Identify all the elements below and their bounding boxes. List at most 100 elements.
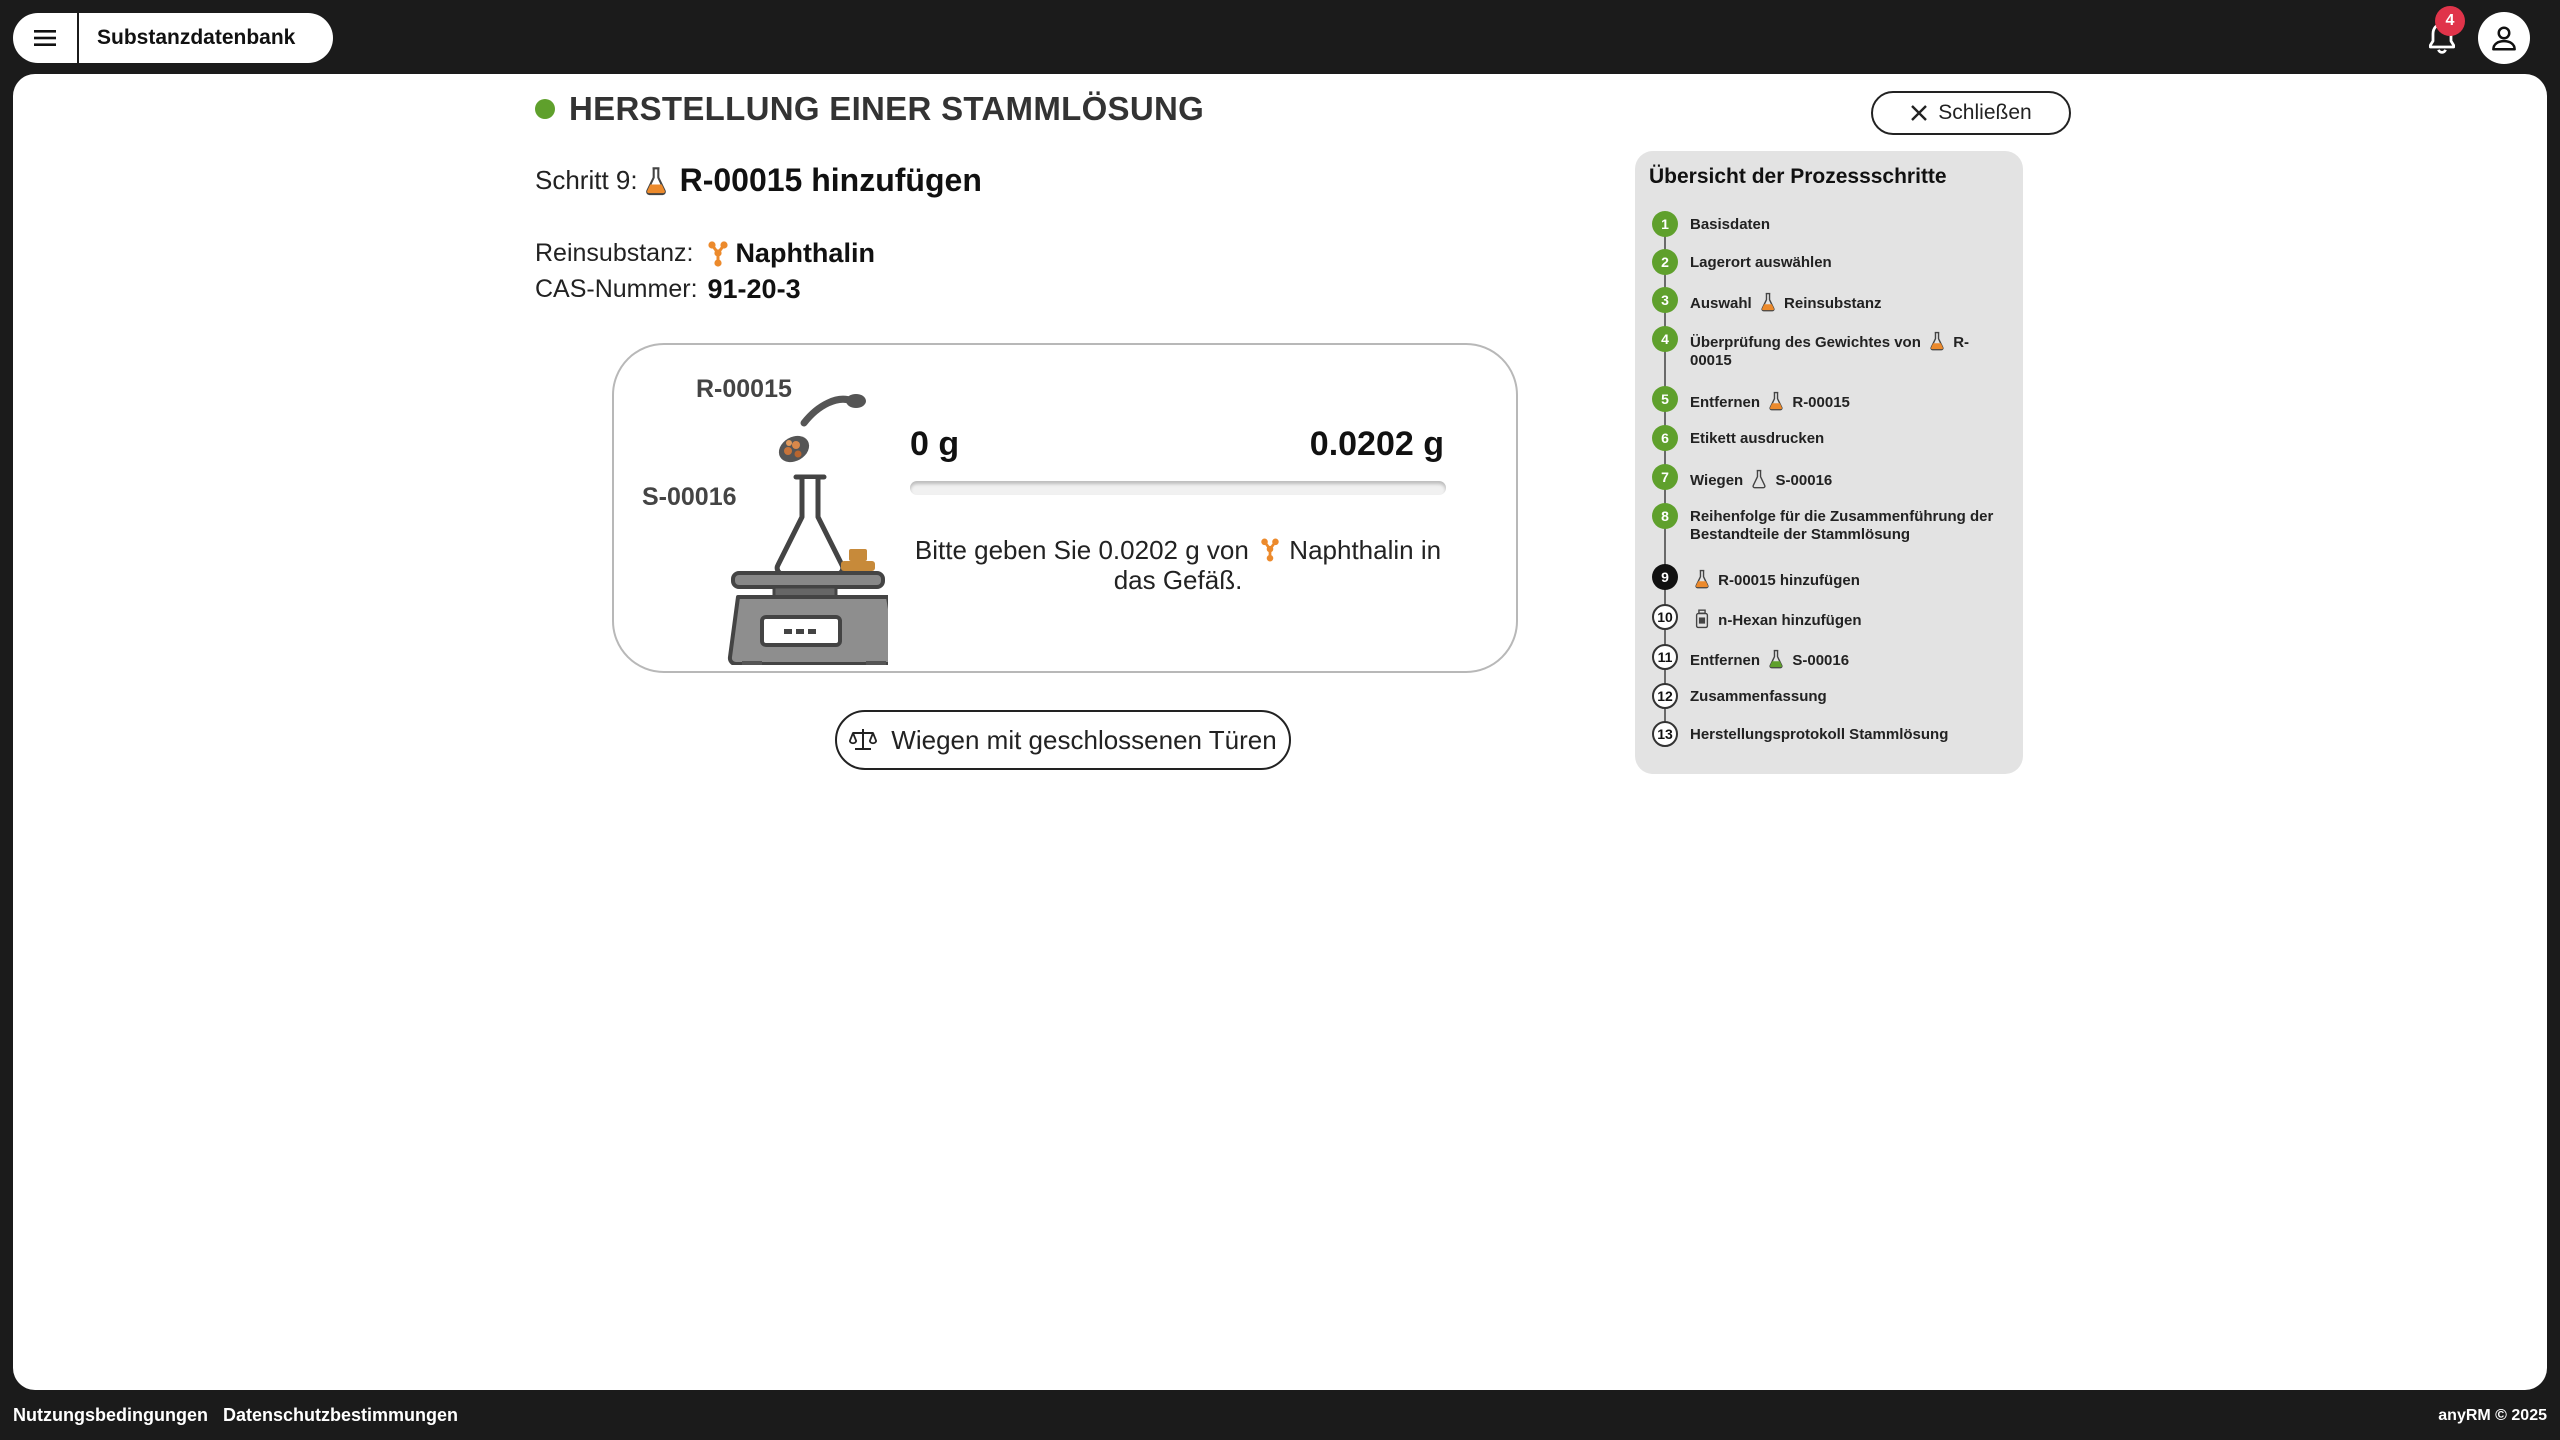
- menu-button[interactable]: [13, 13, 79, 63]
- flask-outline-icon: [1751, 469, 1767, 489]
- cas-label: CAS-Nummer:: [535, 275, 698, 303]
- step-label: R-00015 hinzufügen: [1690, 564, 1860, 590]
- target-container-label: S-00016: [642, 483, 737, 511]
- hamburger-icon: [34, 30, 56, 46]
- step-label-part: S-00016: [1792, 652, 1850, 669]
- step-label: Auswahl Reinsubstanz: [1690, 287, 1882, 313]
- step-number-badge: 1: [1652, 211, 1678, 237]
- weigh-closed-doors-button[interactable]: Wiegen mit geschlossenen Türen: [835, 710, 1291, 770]
- balance-device-icon: [727, 571, 888, 665]
- close-button[interactable]: Schließen: [1871, 91, 2071, 135]
- molecule-orange-icon: [707, 240, 729, 268]
- step-label-part: Reinsubstanz: [1784, 295, 1882, 312]
- app-switcher: Substanzdatenbank: [13, 13, 333, 63]
- step-label: Entfernen R-00015: [1690, 386, 1850, 412]
- overview-title: Übersicht der Prozessschritte: [1649, 165, 1947, 188]
- overview-step-8[interactable]: 8 Reihenfolge für die Zusammenführung de…: [1652, 503, 2012, 544]
- step-label-part: S-00016: [1775, 472, 1833, 489]
- overview-step-3[interactable]: 3 Auswahl Reinsubstanz: [1652, 287, 2012, 313]
- current-step-heading: Schritt 9: R-00015 hinzufügen: [535, 162, 982, 199]
- overview-step-2[interactable]: 2 Lagerort auswählen: [1652, 249, 2012, 275]
- notification-count-badge: 4: [2435, 6, 2465, 36]
- step-label: Lagerort auswählen: [1690, 254, 1832, 271]
- step-number-badge: 10: [1652, 604, 1678, 630]
- overview-step-13[interactable]: 13 Herstellungsprotokoll Stammlösung: [1652, 721, 2012, 747]
- step-label-part: Auswahl: [1690, 295, 1752, 312]
- app-title: Substanzdatenbank: [97, 26, 296, 49]
- step-label: Zusammenfassung: [1690, 688, 1827, 705]
- flask-green-icon: [1768, 649, 1784, 669]
- overview-step-10[interactable]: 10 n-Hexan hinzufügen: [1652, 604, 2012, 630]
- step-number-badge: 7: [1652, 464, 1678, 490]
- flask-orange-icon: [1929, 331, 1945, 351]
- step-number-badge: 13: [1652, 721, 1678, 747]
- footer: Nutzungsbedingungen Datenschutzbestimmun…: [0, 1390, 2560, 1440]
- top-bar: Substanzdatenbank 4: [0, 0, 2560, 74]
- cas-info: CAS-Nummer: 91-20-3: [535, 274, 801, 305]
- status-dot: [535, 99, 555, 119]
- process-header: HERSTELLUNG EINER STAMMLÖSUNG: [535, 90, 1204, 128]
- step-label-part: Überprüfung des Gewichtes von: [1690, 334, 1921, 351]
- overview-step-4[interactable]: 4 Überprüfung des Gewichtes von R-00015: [1652, 326, 2012, 370]
- weighing-card: R-00015 S-00016 0 g 0.0202 g Bitte geben…: [612, 343, 1518, 673]
- step-label-part: R-00015 hinzufügen: [1718, 572, 1860, 589]
- step-label-part: n-Hexan hinzufügen: [1718, 612, 1862, 629]
- step-label: n-Hexan hinzufügen: [1690, 604, 1862, 630]
- main-content: HERSTELLUNG EINER STAMMLÖSUNG Schließen …: [13, 74, 2547, 1390]
- flask-orange-icon: [644, 166, 668, 196]
- overview-step-11[interactable]: 11 Entfernen S-00016: [1652, 644, 2012, 670]
- overview-step-6[interactable]: 6 Etikett ausdrucken: [1652, 425, 2012, 451]
- step-label: Basisdaten: [1690, 216, 1771, 233]
- terms-link[interactable]: Nutzungsbedingungen: [13, 1405, 208, 1426]
- step-label: Herstellungsprotokoll Stammlösung: [1690, 726, 1949, 743]
- flask-orange-icon: [1760, 292, 1776, 312]
- step-number-badge: 11: [1652, 644, 1678, 670]
- weight-icon: [841, 549, 875, 571]
- overview-step-5[interactable]: 5 Entfernen R-00015: [1652, 386, 2012, 412]
- step-number-badge: 12: [1652, 683, 1678, 709]
- step-label: Entfernen S-00016: [1690, 644, 1849, 670]
- step-label: Reihenfolge für die Zusammenführung der …: [1690, 508, 1994, 543]
- step-number-badge: 4: [1652, 326, 1678, 352]
- process-title: HERSTELLUNG EINER STAMMLÖSUNG: [569, 90, 1205, 127]
- cas-number: 91-20-3: [707, 274, 801, 304]
- weighing-instruction: Bitte geben Sie 0.0202 g von Naphthalin …: [910, 535, 1446, 595]
- step-label-part: Wiegen: [1690, 472, 1744, 489]
- close-button-label: Schließen: [1938, 101, 2032, 124]
- weighing-progress-bar: [910, 481, 1446, 495]
- step-label-part: R-00015: [1792, 394, 1850, 411]
- bottle-icon: [1694, 609, 1710, 629]
- privacy-link[interactable]: Datenschutzbestimmungen: [223, 1405, 458, 1426]
- overview-step-7[interactable]: 7 Wiegen S-00016: [1652, 464, 2012, 490]
- overview-step-9[interactable]: 9 R-00015 hinzufügen: [1652, 564, 2012, 590]
- step-label: Wiegen S-00016: [1690, 464, 1832, 490]
- user-account-button[interactable]: [2478, 12, 2530, 64]
- step-number-badge: 9: [1652, 564, 1678, 590]
- step-number-badge: 8: [1652, 503, 1678, 529]
- scale-illustration: [727, 394, 888, 665]
- molecule-orange-icon: [1260, 537, 1280, 563]
- overview-step-12[interactable]: 12 Zusammenfassung: [1652, 683, 2012, 709]
- flask-orange-icon: [1694, 569, 1710, 589]
- substance-name: Naphthalin: [735, 238, 875, 268]
- process-overview-panel: Übersicht der Prozessschritte 1 Basisdat…: [1635, 151, 2023, 774]
- flask-orange-icon: [1768, 391, 1784, 411]
- spoon-icon: [778, 394, 866, 463]
- step-prefix: Schritt 9:: [535, 165, 638, 195]
- step-number-badge: 3: [1652, 287, 1678, 313]
- step-number-badge: 5: [1652, 386, 1678, 412]
- step-label: Etikett ausdrucken: [1690, 430, 1825, 447]
- copyright: anyRM © 2025: [2438, 1407, 2547, 1424]
- instruction-substance: Naphthalin: [1289, 535, 1414, 565]
- step-label-part: Entfernen: [1690, 394, 1761, 411]
- substance-info: Reinsubstanz: Naphthalin: [535, 238, 875, 269]
- balance-scale-icon: [849, 729, 878, 750]
- instruction-text-start: Bitte geben Sie 0.0202 g von: [914, 535, 1249, 565]
- step-name: R-00015 hinzufügen: [679, 162, 982, 198]
- source-container-label: R-00015: [696, 375, 792, 403]
- weigh-button-label: Wiegen mit geschlossenen Türen: [891, 724, 1277, 755]
- target-weight: 0.0202 g: [1309, 425, 1444, 463]
- overview-step-1[interactable]: 1 Basisdaten: [1652, 211, 2012, 237]
- step-label: Überprüfung des Gewichtes von R-00015: [1690, 326, 1990, 370]
- erlenmeyer-flask-icon: [774, 474, 846, 577]
